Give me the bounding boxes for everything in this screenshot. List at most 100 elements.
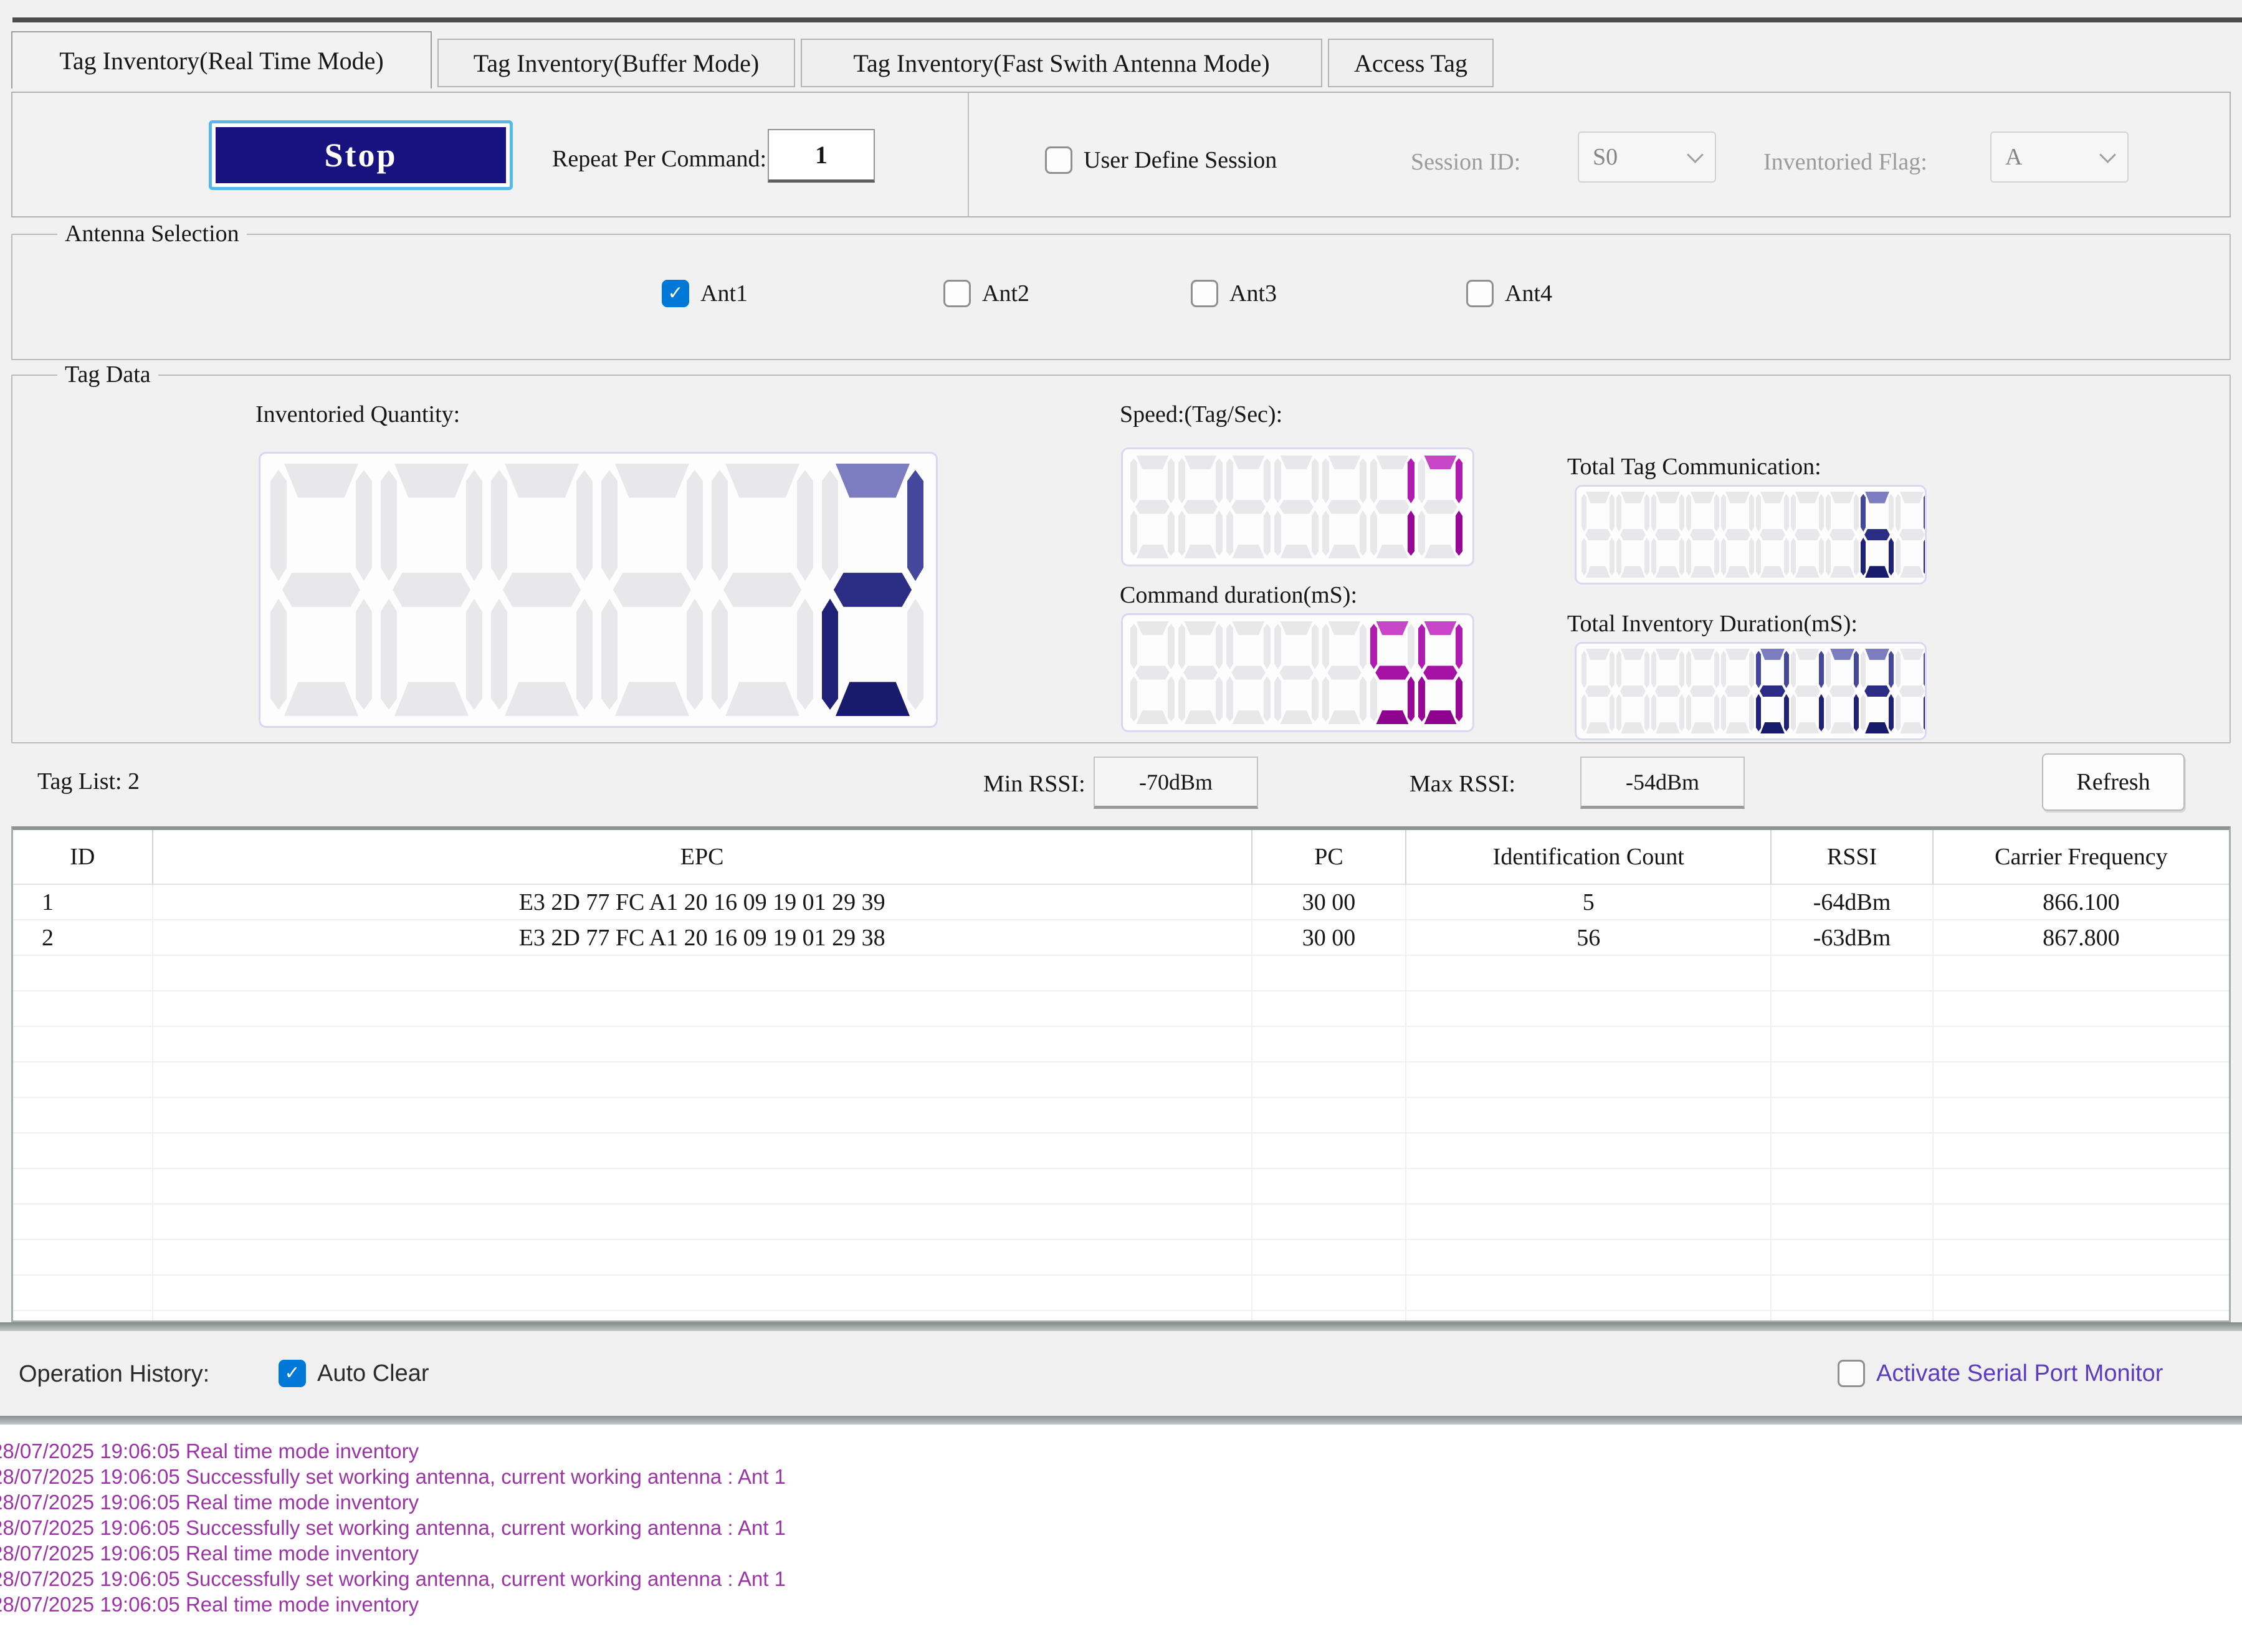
empty-cell — [1406, 1062, 1772, 1098]
min-rssi-button[interactable]: -70dBm — [1094, 757, 1258, 809]
empty-cell — [153, 1276, 1252, 1311]
empty-cell — [13, 991, 153, 1027]
empty-cell — [153, 1311, 1252, 1322]
operation-history-log[interactable]: 28/07/2025 19:06:05 Real time mode inven… — [0, 1425, 2242, 1652]
table-empty-rows — [13, 956, 2229, 1322]
col-header-pc: PC — [1252, 830, 1407, 885]
stop-button[interactable]: Stop — [209, 120, 513, 190]
empty-cell — [13, 1134, 153, 1169]
user-define-session-checkbox[interactable] — [1045, 146, 1072, 174]
table-row[interactable]: 2 E3 2D 77 FC A1 20 16 09 19 01 29 38 30… — [13, 920, 2229, 956]
inventoried-quantity-label: Inventoried Quantity: — [255, 401, 460, 428]
empty-cell — [1252, 1311, 1407, 1322]
empty-cell — [1252, 1134, 1407, 1169]
table-row-empty — [13, 1276, 2229, 1311]
empty-cell — [1252, 991, 1407, 1027]
auto-clear-checkbox[interactable]: ✓ — [279, 1360, 306, 1387]
empty-cell — [13, 1098, 153, 1134]
session-id-value: S0 — [1593, 143, 1618, 171]
empty-cell — [13, 1062, 153, 1098]
ant2-checkbox[interactable] — [943, 280, 971, 307]
tab-tag-inventory-buffer[interactable]: Tag Inventory(Buffer Mode) — [437, 39, 795, 87]
auto-clear-option[interactable]: ✓ Auto Clear — [279, 1360, 429, 1387]
session-id-select[interactable]: S0 — [1578, 131, 1716, 183]
antenna-option-ant1[interactable]: ✓ Ant1 — [662, 280, 748, 307]
tag-list-table[interactable]: ID EPC PC Identification Count RSSI Carr… — [11, 826, 2231, 1322]
top-divider — [12, 17, 2242, 22]
table-row-empty — [13, 1134, 2229, 1169]
empty-cell — [1406, 1205, 1772, 1240]
empty-cell — [1772, 1169, 1934, 1205]
operation-history-bar: Operation History: ✓ Auto Clear Activate… — [0, 1331, 2242, 1416]
inventoried-quantity-display — [259, 452, 938, 728]
table-row-empty — [13, 1240, 2229, 1276]
user-define-session-option[interactable]: User Define Session — [1045, 146, 1277, 174]
chevron-down-icon — [1687, 146, 1704, 163]
ant4-checkbox[interactable] — [1466, 280, 1494, 307]
empty-cell — [153, 1240, 1252, 1276]
empty-cell — [13, 1027, 153, 1062]
tab-tag-inventory-fast-switch[interactable]: Tag Inventory(Fast Swith Antenna Mode) — [801, 39, 1322, 87]
tab-tag-inventory-real-time[interactable]: Tag Inventory(Real Time Mode) — [11, 31, 432, 88]
empty-cell — [1934, 1240, 2229, 1276]
empty-cell — [1406, 1240, 1772, 1276]
empty-cell — [13, 1205, 153, 1240]
empty-cell — [1252, 1205, 1407, 1240]
serial-monitor-option[interactable]: Activate Serial Port Monitor — [1838, 1360, 2163, 1387]
empty-cell — [153, 956, 1252, 991]
tab-access-tag[interactable]: Access Tag — [1328, 39, 1494, 87]
cell-id: 2 — [13, 920, 153, 956]
cell-identification-count: 5 — [1406, 885, 1772, 920]
antenna-option-ant3[interactable]: Ant3 — [1191, 280, 1277, 307]
empty-cell — [1406, 1027, 1772, 1062]
cell-id: 1 — [13, 885, 153, 920]
inventoried-flag-label: Inventoried Flag: — [1763, 148, 1927, 176]
footer-divider-bottom — [0, 1416, 2242, 1425]
empty-cell — [13, 956, 153, 991]
inventoried-flag-select[interactable]: A — [1990, 131, 2129, 183]
empty-cell — [1772, 1311, 1934, 1322]
empty-cell — [153, 1169, 1252, 1205]
command-duration-display — [1121, 613, 1474, 732]
col-header-carrier-frequency: Carrier Frequency — [1934, 830, 2229, 885]
footer-divider-top — [0, 1322, 2242, 1331]
empty-cell — [13, 1169, 153, 1205]
empty-cell — [1772, 1240, 1934, 1276]
max-rssi-button[interactable]: -54dBm — [1580, 757, 1745, 809]
operation-history-label: Operation History: — [19, 1361, 209, 1388]
cell-carrier-frequency: 867.800 — [1934, 920, 2229, 956]
inventoried-flag-value: A — [2005, 143, 2022, 171]
table-row-empty — [13, 1169, 2229, 1205]
antenna-selection-title: Antenna Selection — [57, 220, 247, 247]
col-header-identification-count: Identification Count — [1406, 830, 1772, 885]
table-row[interactable]: 1 E3 2D 77 FC A1 20 16 09 19 01 29 39 30… — [13, 885, 2229, 920]
speed-label: Speed:(Tag/Sec): — [1120, 401, 1282, 428]
ant3-checkbox[interactable] — [1191, 280, 1218, 307]
table-row-empty — [13, 1311, 2229, 1322]
chevron-down-icon — [2099, 146, 2116, 163]
log-line: 28/07/2025 19:06:05 Successfully set wor… — [0, 1464, 786, 1489]
table-row-empty — [13, 1027, 2229, 1062]
serial-monitor-label: Activate Serial Port Monitor — [1876, 1360, 2163, 1387]
tag-data-group: Tag Data Inventoried Quantity: Speed:(Ta… — [11, 375, 2231, 743]
empty-cell — [1934, 1098, 2229, 1134]
repeat-per-command-input[interactable]: 1 — [768, 129, 875, 183]
empty-cell — [1934, 991, 2229, 1027]
empty-cell — [1252, 1062, 1407, 1098]
table-header-row: ID EPC PC Identification Count RSSI Carr… — [13, 830, 2229, 885]
panel-divider — [968, 93, 969, 216]
cell-identification-count: 56 — [1406, 920, 1772, 956]
empty-cell — [1772, 1098, 1934, 1134]
table-row-empty — [13, 1205, 2229, 1240]
empty-cell — [1252, 1027, 1407, 1062]
empty-cell — [1934, 1062, 2229, 1098]
empty-cell — [153, 991, 1252, 1027]
refresh-button[interactable]: Refresh — [2042, 753, 2185, 811]
antenna-option-ant2[interactable]: Ant2 — [943, 280, 1029, 307]
cell-rssi: -64dBm — [1772, 885, 1934, 920]
min-rssi-label: Min RSSI: — [983, 770, 1085, 798]
antenna-option-ant4[interactable]: Ant4 — [1466, 280, 1552, 307]
repeat-per-command-label: Repeat Per Command: — [552, 145, 766, 173]
ant1-checkbox[interactable]: ✓ — [662, 280, 689, 307]
serial-monitor-checkbox[interactable] — [1838, 1360, 1865, 1387]
